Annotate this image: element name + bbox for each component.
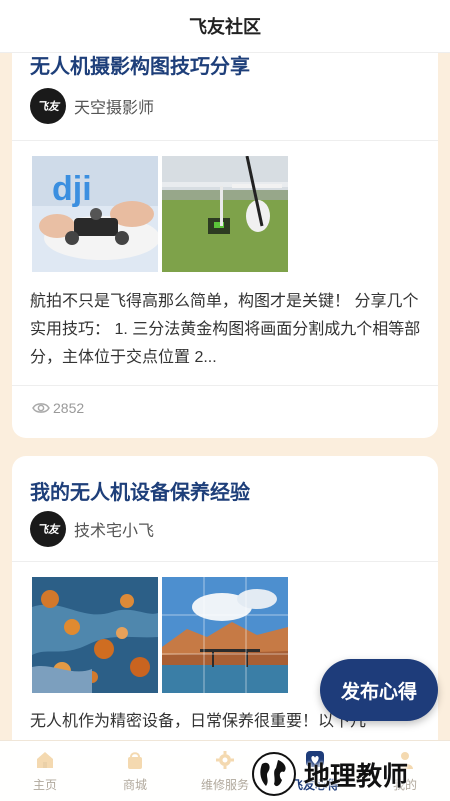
gear-icon [214,749,236,771]
tab-label: 商城 [122,778,147,792]
view-count-value: 2852 [53,400,85,416]
divider [12,140,438,141]
post-excerpt[interactable]: 航拍不只是飞得高那么简单，构图才是关键！ 分享几个实用技巧： 1. 三分法黄金构… [30,288,422,372]
svg-text:dji: dji [52,170,92,208]
page-title: 飞友社区 [189,17,261,37]
post-author[interactable]: 飞友 技术宅小飞 [30,511,154,547]
post-image-fixed-wing-drone[interactable] [162,156,288,272]
post-card[interactable]: 无人机摄影构图技巧分享 飞友 天空摄影师 dji 航拍不只是飞得高那么简单，构图… [12,0,438,438]
post-author[interactable]: 飞友 天空摄影师 [30,88,154,124]
post-title[interactable]: 我的无人机设备保养经验 [30,476,250,505]
author-name[interactable]: 技术宅小飞 [74,517,154,541]
tab-label: 维修服务 [200,778,249,792]
watermark-text: 地理教师 [304,761,409,792]
author-name[interactable]: 天空摄影师 [74,94,154,118]
divider [12,385,438,386]
divider [12,561,438,562]
post-title[interactable]: 无人机摄影构图技巧分享 [30,50,250,79]
watermark: 地理教师 [250,748,450,800]
avatar[interactable]: 飞友 [30,88,66,124]
home-icon [34,749,56,771]
publish-button[interactable]: 发布心得 [320,659,438,721]
tab-shop[interactable]: 商城 [90,741,180,801]
tab-label: 主页 [32,778,57,792]
post-image-drone-assembly[interactable]: dji [32,156,158,272]
app-header: 飞友社区 [0,0,450,53]
post-image-canyon-bridge[interactable] [162,577,288,693]
globe-logo-icon [252,752,296,796]
shopping-bag-icon [124,749,146,771]
eye-icon [32,403,50,413]
avatar[interactable]: 飞友 [30,511,66,547]
view-count: 2852 [32,400,84,416]
post-image-aerial-river[interactable] [32,577,158,693]
tab-home[interactable]: 主页 [0,741,90,801]
